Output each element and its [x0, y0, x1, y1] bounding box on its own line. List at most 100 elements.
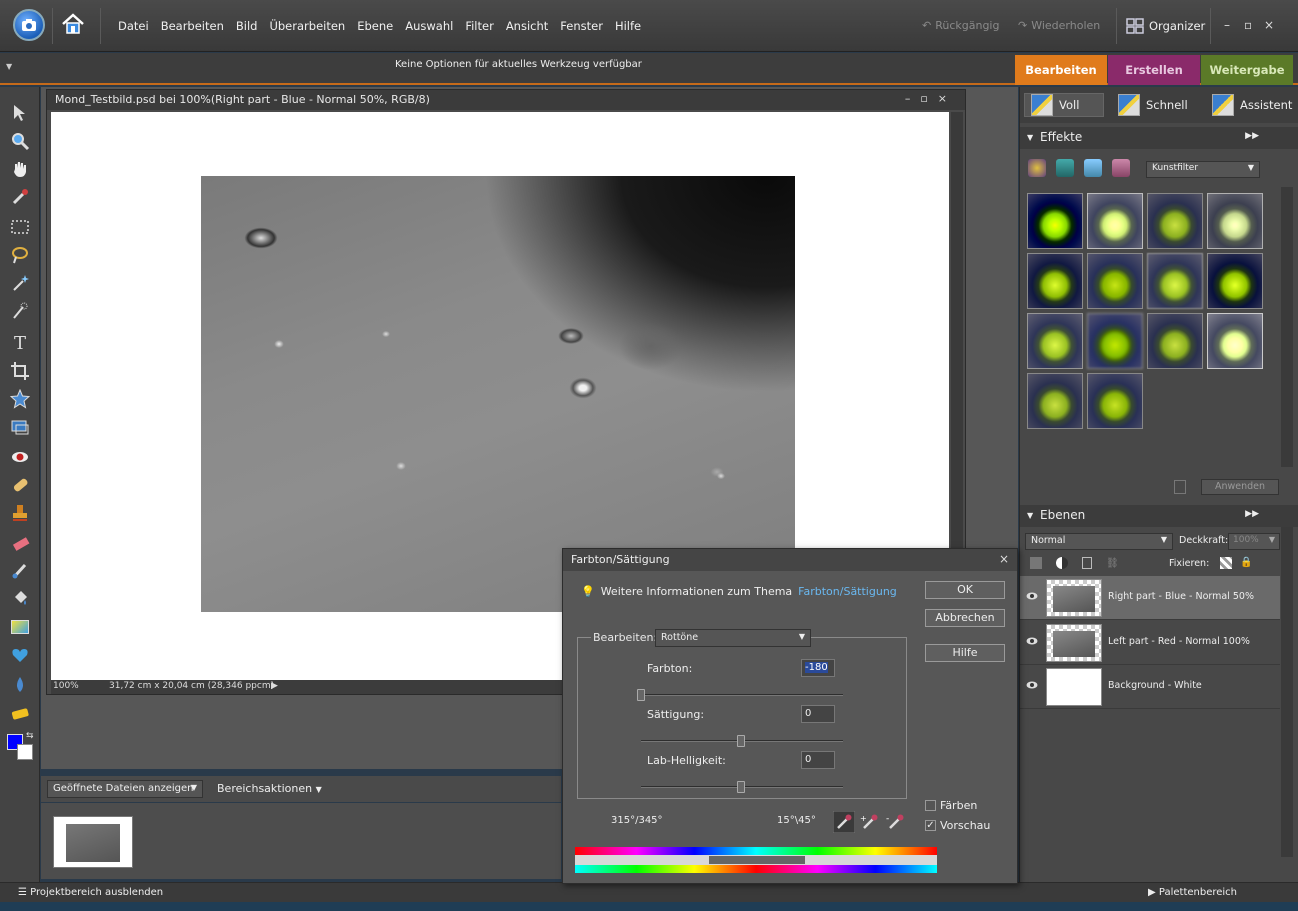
- layers-scrollbar[interactable]: [1281, 527, 1293, 857]
- lightness-input[interactable]: 0: [801, 751, 835, 769]
- mode-quick-button[interactable]: Schnell: [1112, 93, 1194, 117]
- text-tool-icon[interactable]: T: [8, 331, 32, 355]
- eraser-tool-icon[interactable]: [8, 531, 32, 555]
- close-icon[interactable]: ×: [999, 552, 1009, 566]
- menu-bild[interactable]: Bild: [236, 19, 258, 33]
- home-icon[interactable]: [60, 12, 90, 40]
- document-title-bar[interactable]: Mond_Testbild.psd bei 100%(Right part - …: [47, 90, 965, 110]
- effect-thumbnail[interactable]: [1207, 193, 1263, 249]
- eyedropper-tool-icon[interactable]: [8, 185, 32, 209]
- lock-transparency-icon[interactable]: [1220, 557, 1232, 569]
- blur-tool-icon[interactable]: [8, 673, 32, 697]
- effect-thumbnail[interactable]: [1207, 313, 1263, 369]
- eye-icon[interactable]: [1026, 591, 1038, 601]
- selection-brush-tool-icon[interactable]: [8, 299, 32, 323]
- swap-colors-icon[interactable]: ⇆: [26, 731, 34, 741]
- gradient-tool-icon[interactable]: [8, 615, 32, 639]
- crop-tool-icon[interactable]: [8, 359, 32, 383]
- eyedropper-add-icon[interactable]: +: [859, 811, 881, 833]
- open-file-thumbnail[interactable]: [53, 816, 133, 868]
- color-range-selector[interactable]: [709, 856, 805, 864]
- eye-icon[interactable]: [1026, 680, 1038, 690]
- maximize-icon[interactable]: ▫: [1244, 18, 1252, 32]
- adjustment-layer-icon[interactable]: [1056, 557, 1068, 569]
- menu-filter[interactable]: Filter: [465, 19, 493, 33]
- brush-tool-icon[interactable]: [8, 559, 32, 583]
- opacity-input[interactable]: 100% ▼: [1228, 533, 1280, 550]
- filters-icon[interactable]: [1028, 159, 1046, 177]
- eyedropper-subtract-icon[interactable]: -: [885, 811, 907, 833]
- sponge-tool-icon[interactable]: [8, 701, 32, 725]
- chevron-down-icon[interactable]: ▼: [6, 62, 12, 71]
- menu-ebene[interactable]: Ebene: [357, 19, 393, 33]
- zoom-tool-icon[interactable]: [8, 129, 32, 153]
- effect-thumbnail[interactable]: [1147, 193, 1203, 249]
- effect-thumbnail[interactable]: [1027, 193, 1083, 249]
- menu-bearbeiten[interactable]: Bearbeiten: [161, 19, 224, 33]
- lock-icon[interactable]: 🔒: [1240, 557, 1252, 568]
- healing-brush-tool-icon[interactable]: [8, 473, 32, 497]
- undo-button[interactable]: ↶ Rückgängig: [922, 19, 999, 32]
- hide-project-bin-button[interactable]: ☰ Projektbereich ausblenden: [18, 887, 163, 898]
- eyedropper-icon[interactable]: [833, 811, 855, 833]
- custom-shape-tool-icon[interactable]: [8, 643, 32, 667]
- layer-row[interactable]: Background - White: [1020, 665, 1280, 709]
- saturation-input[interactable]: 0: [801, 705, 835, 723]
- effects-category-dropdown[interactable]: Kunstfilter ▼: [1146, 161, 1260, 178]
- cancel-button[interactable]: Abbrechen: [925, 609, 1005, 627]
- open-files-dropdown[interactable]: Geöffnete Dateien anzeigen ▼: [47, 780, 203, 798]
- layer-styles-icon[interactable]: [1056, 159, 1074, 177]
- apply-button[interactable]: Anwenden: [1201, 479, 1279, 495]
- help-button[interactable]: Hilfe: [925, 644, 1005, 662]
- effect-thumbnail[interactable]: [1027, 313, 1083, 369]
- saturation-slider-thumb[interactable]: [737, 735, 745, 747]
- effect-thumbnail[interactable]: [1087, 193, 1143, 249]
- cookie-cutter-tool-icon[interactable]: [8, 415, 32, 439]
- zoom-level[interactable]: 100%: [53, 681, 79, 691]
- menu-ueberarbeiten[interactable]: Überarbeiten: [269, 19, 345, 33]
- trash-icon[interactable]: [1174, 480, 1186, 494]
- effect-thumbnail[interactable]: [1027, 253, 1083, 309]
- minimize-icon[interactable]: –: [1224, 18, 1230, 32]
- organizer-button[interactable]: Organizer: [1126, 18, 1205, 34]
- colorize-checkbox[interactable]: Färben: [925, 799, 977, 812]
- bin-actions-menu[interactable]: Bereichsaktionen ▼: [217, 782, 322, 795]
- dialog-title-bar[interactable]: Farbton/Sättigung ×: [563, 549, 1017, 571]
- layer-row[interactable]: Left part - Red - Normal 100%: [1020, 621, 1280, 665]
- effect-thumbnail[interactable]: [1207, 253, 1263, 309]
- camera-icon[interactable]: [13, 9, 45, 41]
- menu-datei[interactable]: Datei: [118, 19, 149, 33]
- preview-checkbox[interactable]: ✓ Vorschau: [925, 819, 990, 832]
- effect-thumbnail[interactable]: [1147, 253, 1203, 309]
- document-window-controls[interactable]: –▫×: [905, 92, 957, 105]
- close-icon[interactable]: ×: [1264, 18, 1274, 32]
- paint-bucket-tool-icon[interactable]: [8, 587, 32, 611]
- panel-expand-icon[interactable]: ▶▶: [1245, 131, 1259, 141]
- palette-bin-button[interactable]: ▶ Palettenbereich: [1148, 887, 1237, 898]
- tab-bearbeiten[interactable]: Bearbeiten: [1015, 55, 1107, 85]
- link-icon[interactable]: ⛓: [1106, 558, 1119, 569]
- effect-thumbnail[interactable]: [1027, 373, 1083, 429]
- effects-scrollbar[interactable]: [1281, 187, 1293, 467]
- lightness-slider-thumb[interactable]: [737, 781, 745, 793]
- panel-expand-icon[interactable]: ▶▶: [1245, 509, 1259, 519]
- mode-guided-button[interactable]: Assistent: [1206, 93, 1298, 117]
- layer-row[interactable]: Right part - Blue - Normal 50%: [1020, 576, 1280, 620]
- tab-erstellen[interactable]: Erstellen: [1108, 55, 1200, 85]
- menu-hilfe[interactable]: Hilfe: [615, 19, 641, 33]
- menu-fenster[interactable]: Fenster: [560, 19, 603, 33]
- lasso-tool-icon[interactable]: [8, 243, 32, 267]
- new-layer-icon[interactable]: [1030, 557, 1042, 569]
- ok-button[interactable]: OK: [925, 581, 1005, 599]
- red-eye-tool-icon[interactable]: [8, 445, 32, 469]
- effect-thumbnail[interactable]: [1087, 253, 1143, 309]
- move-tool-icon[interactable]: [8, 101, 32, 125]
- tab-weitergabe[interactable]: Weitergabe: [1201, 55, 1293, 85]
- all-effects-icon[interactable]: [1112, 159, 1130, 177]
- eye-icon[interactable]: [1026, 636, 1038, 646]
- effect-thumbnail[interactable]: [1087, 313, 1143, 369]
- hue-input[interactable]: -180: [801, 659, 835, 677]
- marquee-tool-icon[interactable]: [8, 215, 32, 239]
- effects-panel-header[interactable]: ▼ Effekte ▶▶: [1020, 127, 1298, 149]
- redo-button[interactable]: ↷ Wiederholen: [1018, 19, 1100, 32]
